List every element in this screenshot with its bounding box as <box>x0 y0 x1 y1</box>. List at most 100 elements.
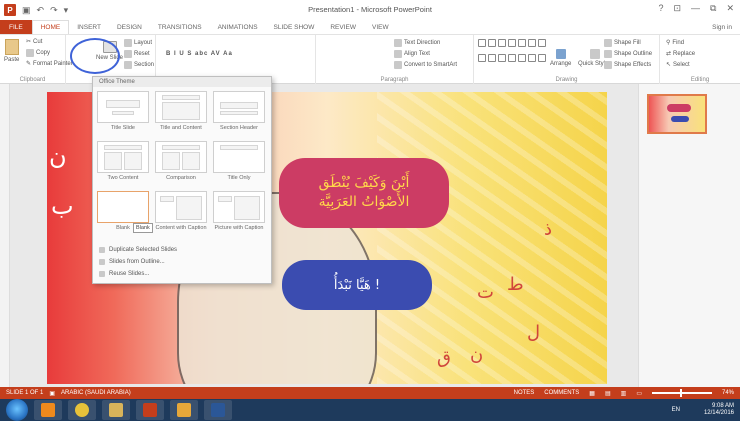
paint-bucket-icon <box>604 39 612 47</box>
layout-section-header[interactable]: Section Header <box>213 91 265 132</box>
align-text-icon <box>394 50 402 58</box>
layout-button[interactable]: Layout <box>124 39 152 47</box>
tab-home[interactable]: HOME <box>31 20 70 34</box>
layout-title-slide[interactable]: Title Slide <box>97 91 149 132</box>
help-icon[interactable]: ? <box>658 3 663 14</box>
shape-fill-button[interactable]: Shape Fill <box>604 39 641 47</box>
tab-view[interactable]: VIEW <box>364 20 397 34</box>
taskbar-camtasia[interactable] <box>170 400 198 420</box>
save-icon[interactable]: ▣ <box>22 5 31 16</box>
tab-animations[interactable]: ANIMATIONS <box>210 20 266 34</box>
ribbon-display-icon[interactable]: ⊡ <box>673 3 681 14</box>
slide-thumbnail[interactable] <box>647 94 707 134</box>
layout-content-caption[interactable]: Content with Caption <box>155 191 207 232</box>
title-line-2: الأَصْوَاتُ العَرَبِيَّة <box>318 194 410 210</box>
powerpoint-icon[interactable]: P <box>4 4 16 16</box>
start-button[interactable]: هَيَّا نَبْدَأُ ! <box>282 260 432 310</box>
tab-slide-show[interactable]: SLIDE SHOW <box>266 20 323 34</box>
reset-icon <box>124 50 132 58</box>
left-pane[interactable] <box>0 84 10 387</box>
slide-letter[interactable]: ط <box>507 274 524 295</box>
undo-icon[interactable]: ↶ <box>37 5 45 16</box>
reset-button[interactable]: Reset <box>124 50 150 58</box>
sorter-view-icon[interactable]: ▤ <box>605 390 611 397</box>
clipboard-label: Clipboard <box>19 77 46 83</box>
text-direction-button[interactable]: Text Direction <box>394 39 440 47</box>
taskbar-chrome[interactable] <box>68 400 96 420</box>
zoom-level[interactable]: 74% <box>722 390 734 396</box>
slide-letter[interactable]: ت <box>477 282 494 303</box>
find-button[interactable]: ⚲ Find <box>666 39 684 47</box>
arabic-pattern-background <box>377 92 607 384</box>
status-bar: SLIDE 1 OF 1 ▣ ARABIC (SAUDI ARABIA) NOT… <box>0 387 740 399</box>
layout-title-only[interactable]: Title Only <box>213 141 265 182</box>
clipboard-group: Paste ✂ Cut Copy ✎ Format Painter Clipboar… <box>0 35 73 85</box>
taskbar-word[interactable] <box>204 400 232 420</box>
effects-icon <box>604 61 612 69</box>
spellcheck-icon[interactable]: ▣ <box>49 390 55 397</box>
arrange-icon <box>555 49 566 59</box>
font-format-buttons[interactable]: B I U S abc AV Aa <box>166 51 233 57</box>
tab-insert[interactable]: INSERT <box>69 20 109 34</box>
highlight-circle <box>70 38 120 74</box>
replace-button[interactable]: ⇄ Replace <box>666 50 695 58</box>
notes-button[interactable]: NOTES <box>514 390 535 396</box>
slide-letter[interactable]: ذ <box>544 219 552 240</box>
editing-group: ⚲ Find ⇄ Replace ↖ Select Editing <box>660 35 740 85</box>
section-button[interactable]: Section <box>124 61 154 69</box>
title-bar: P ▣ ↶ ↷ ▾ Presentation1 - Microsoft Powe… <box>0 0 740 20</box>
select-button[interactable]: ↖ Select <box>666 61 690 69</box>
sign-in-link[interactable]: Sign in <box>712 24 732 31</box>
taskbar-vlc[interactable] <box>34 400 62 420</box>
tab-design[interactable]: DESIGN <box>109 20 150 34</box>
language-tray[interactable]: EN <box>672 407 680 413</box>
redo-icon[interactable]: ↷ <box>50 5 58 16</box>
layout-comparison[interactable]: Comparison <box>155 141 207 182</box>
taskbar-folder[interactable] <box>102 400 130 420</box>
convert-smartart-button[interactable]: Convert to SmartArt <box>394 61 457 69</box>
tab-file[interactable]: FILE <box>0 20 32 34</box>
binoculars-icon: ⚲ <box>666 40 671 46</box>
comments-button[interactable]: COMMENTS <box>544 390 579 396</box>
reading-view-icon[interactable]: ▥ <box>621 390 627 397</box>
tab-review[interactable]: REVIEW <box>322 20 364 34</box>
language-indicator[interactable]: ARABIC (SAUDI ARABIA) <box>61 390 131 396</box>
shape-effects-button[interactable]: Shape Effects <box>604 61 651 69</box>
layout-two-content[interactable]: Two Content <box>97 141 149 182</box>
arrange-button[interactable]: Arrange <box>550 49 571 67</box>
theme-title: Office Theme <box>93 77 271 87</box>
restore-icon[interactable]: ⧉ <box>710 3 716 14</box>
duplicate-icon <box>99 247 105 253</box>
scissors-icon: ✂ <box>26 39 32 45</box>
slides-from-outline-item[interactable]: Slides from Outline... <box>99 259 165 265</box>
slideshow-view-icon[interactable]: ▭ <box>636 390 642 397</box>
title-banner[interactable]: أَيْنَ وَكَيْفَ يُنْطَق الأَصْوَاتُ العَ… <box>279 158 449 228</box>
copy-button[interactable]: Copy <box>26 49 50 57</box>
shape-outline-button[interactable]: Shape Outline <box>604 50 652 58</box>
customize-qat-icon[interactable]: ▾ <box>64 5 69 16</box>
minimize-icon[interactable]: — <box>691 3 700 14</box>
clock[interactable]: 9:08 AM 12/14/2016 <box>704 403 734 417</box>
tab-transitions[interactable]: TRANSITIONS <box>150 20 210 34</box>
taskbar-powerpoint[interactable] <box>136 400 164 420</box>
normal-view-icon[interactable]: ▦ <box>589 390 595 397</box>
slide-letter[interactable]: ن <box>470 344 483 365</box>
layout-title-content[interactable]: Title and Content <box>155 91 207 132</box>
cut-button[interactable]: ✂ Cut <box>26 38 42 46</box>
start-button[interactable] <box>6 399 28 421</box>
close-icon[interactable]: ✕ <box>726 3 734 14</box>
paste-button[interactable]: Paste <box>4 39 19 63</box>
quick-styles-icon <box>589 49 600 59</box>
reuse-slides-item[interactable]: Reuse Slides... <box>99 271 149 277</box>
slide-letter[interactable]: ق <box>437 347 451 368</box>
smartart-icon <box>394 61 402 69</box>
slide-letter[interactable]: ب <box>51 192 74 220</box>
zoom-slider[interactable] <box>651 389 712 397</box>
duplicate-slides-item[interactable]: Duplicate Selected Slides <box>99 247 177 253</box>
slide-letter[interactable]: ن <box>49 142 67 170</box>
slide-letter[interactable]: ل <box>527 322 540 343</box>
align-text-button[interactable]: Align Text <box>394 50 430 58</box>
taskbar <box>0 399 740 421</box>
title-line-1: أَيْنَ وَكَيْفَ يُنْطَق <box>318 175 410 191</box>
layout-picture-caption[interactable]: Picture with Caption <box>213 191 265 232</box>
